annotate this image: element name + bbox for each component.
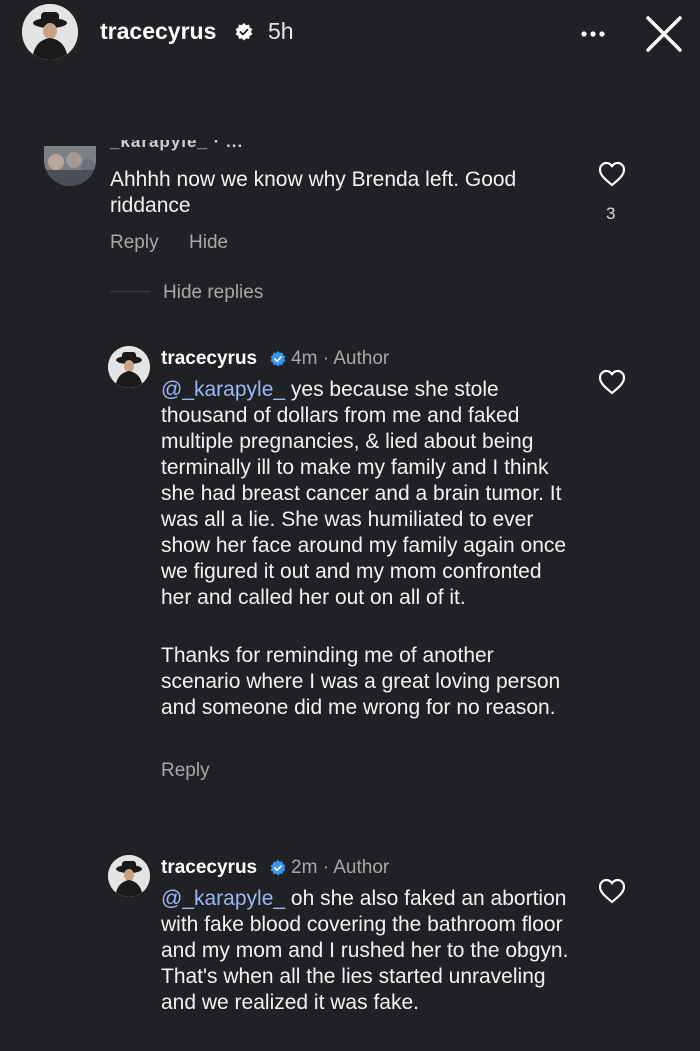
reply-text: @_karapyle_ oh she also faked an abortio… xyxy=(161,887,569,1014)
commenter-avatar[interactable] xyxy=(44,146,96,186)
reply-username[interactable]: tracecyrus xyxy=(161,857,257,879)
reply-time: 2m xyxy=(291,857,318,878)
reply-username[interactable]: tracecyrus xyxy=(161,348,257,370)
comment-text: Ahhhh now we know why Brenda left. Good … xyxy=(110,168,517,217)
verified-badge-icon xyxy=(270,860,286,876)
close-x-icon[interactable] xyxy=(644,14,684,54)
author-label: Author xyxy=(333,857,390,878)
heart-icon[interactable] xyxy=(598,161,626,187)
hide-replies-button[interactable]: Hide replies xyxy=(163,282,263,304)
post-time: 5h xyxy=(268,18,294,44)
reply-meta: 4m · Author xyxy=(291,348,389,370)
verified-badge-icon xyxy=(270,351,286,367)
reply-button[interactable]: Reply xyxy=(110,232,159,254)
heart-icon[interactable] xyxy=(598,369,626,395)
more-horizontal-icon[interactable] xyxy=(578,22,608,42)
reply-meta: 2m · Author xyxy=(291,857,389,879)
reply-text-paragraph: Thanks for reminding me of another scena… xyxy=(161,644,561,719)
hide-button[interactable]: Hide xyxy=(189,232,228,254)
profile-avatar[interactable] xyxy=(22,4,78,60)
author-label: Author xyxy=(333,348,390,369)
reply-time: 4m xyxy=(291,348,318,369)
like-count: 3 xyxy=(606,204,616,223)
heart-icon[interactable] xyxy=(598,878,626,904)
mention-link[interactable]: @_karapyle_ xyxy=(161,378,285,401)
meta-separator: · xyxy=(322,348,330,369)
meta-separator: · xyxy=(322,857,330,878)
header-username[interactable]: tracecyrus xyxy=(100,18,216,45)
replies-divider xyxy=(110,291,150,292)
mention-link[interactable]: @_karapyle_ xyxy=(161,887,285,910)
reply-text: @_karapyle_ yes because she stole thousa… xyxy=(161,378,567,609)
reply-button[interactable]: Reply xyxy=(161,760,210,782)
verified-badge-icon xyxy=(235,23,253,41)
reply-avatar[interactable] xyxy=(108,346,150,388)
reply-avatar[interactable] xyxy=(108,855,150,897)
commenter-username[interactable]: _karapyle_ · ... xyxy=(110,140,260,158)
